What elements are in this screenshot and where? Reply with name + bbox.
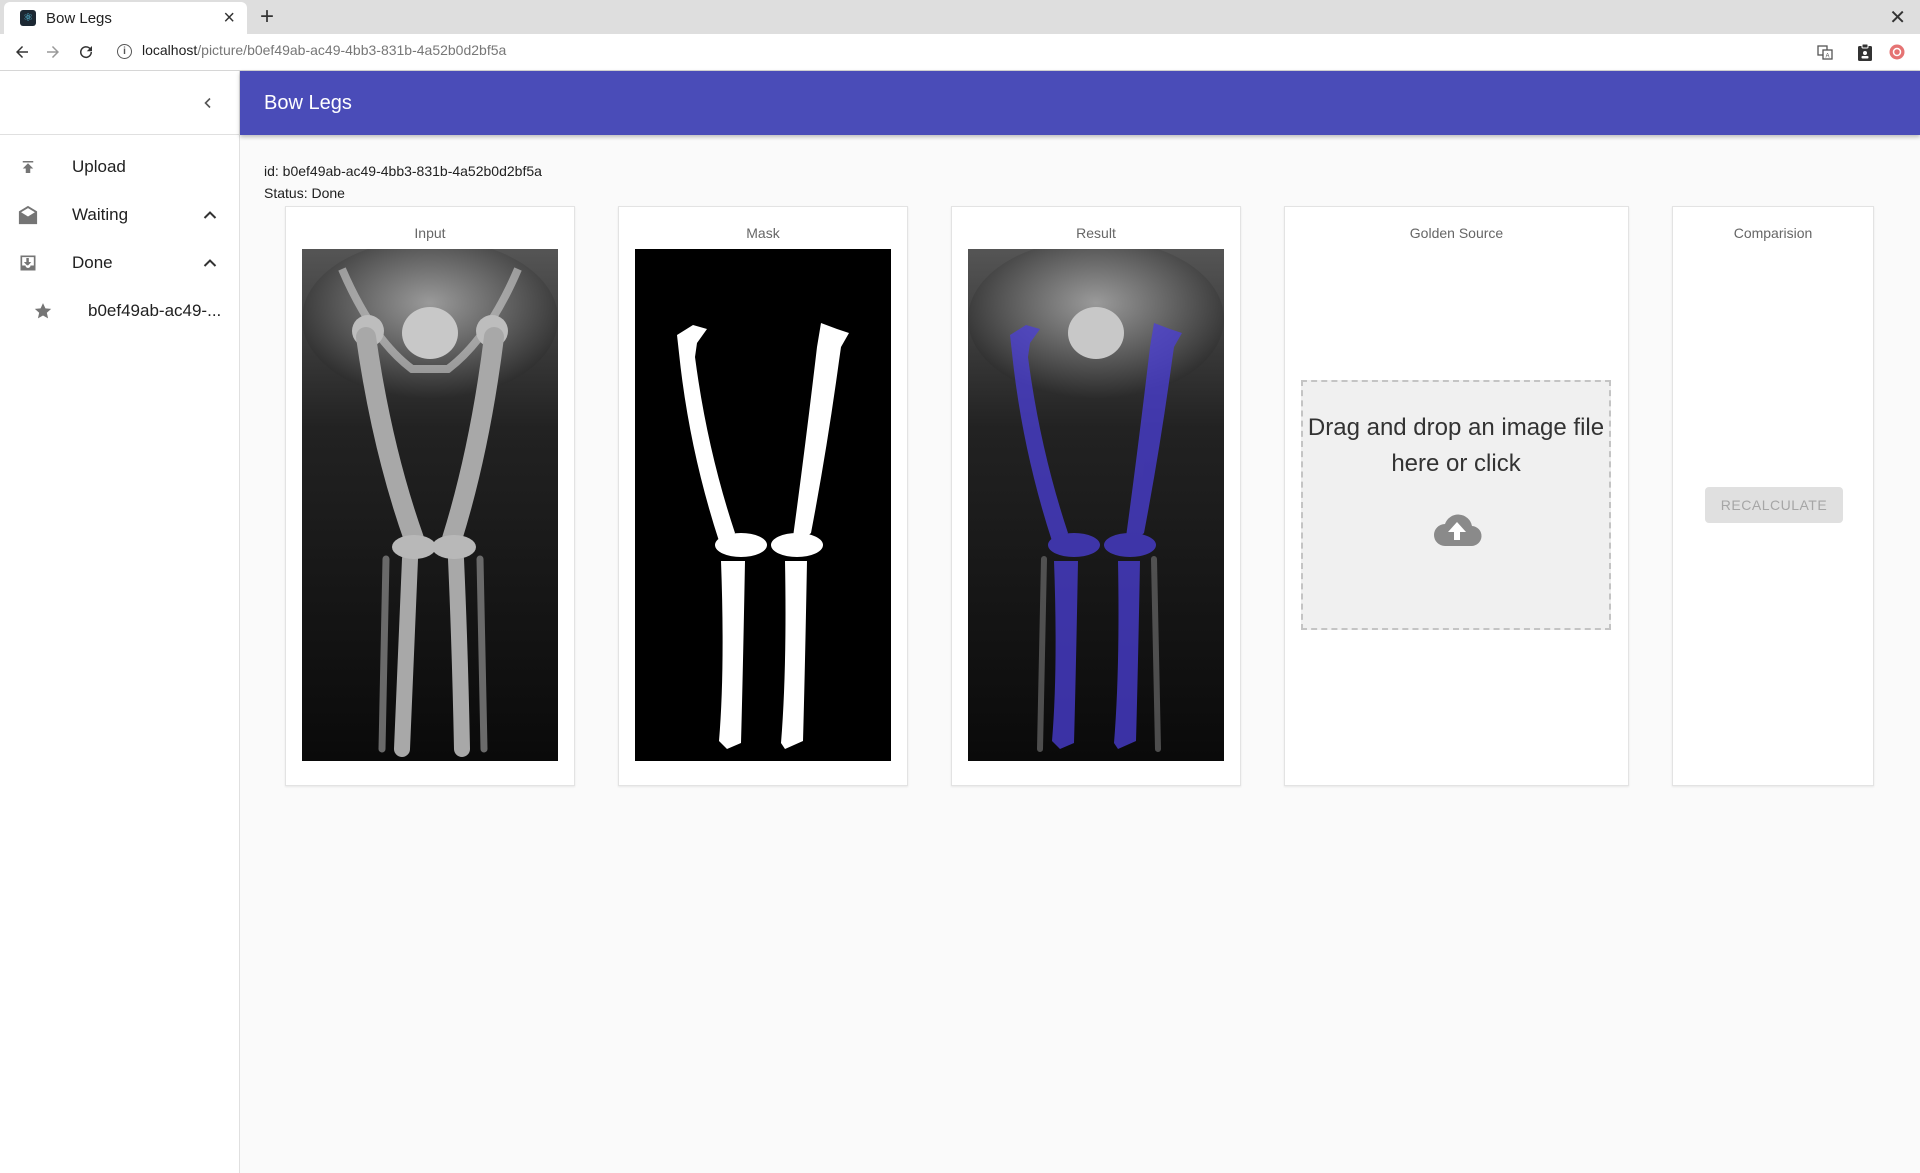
picture-details: id: b0ef49ab-ac49-4bb3-831b-4a52b0d2bf5a… [264, 160, 542, 204]
card-title: Result [1076, 225, 1116, 241]
chevron-up-icon[interactable] [200, 205, 220, 225]
sidebar-item-upload[interactable]: Upload [0, 143, 239, 191]
golden-source-card: Golden Source Drag and drop an image fil… [1284, 206, 1629, 786]
upload-icon [17, 156, 39, 178]
url-path: /picture/b0ef49ab-ac49-4bb3-831b-4a52b0d… [197, 42, 507, 58]
recalculate-button[interactable]: RECALCULATE [1705, 487, 1843, 523]
browser-tab[interactable]: ⚛ Bow Legs × [4, 2, 247, 34]
input-xray-image[interactable] [302, 249, 558, 761]
site-info-icon[interactable]: i [117, 44, 132, 59]
forward-icon[interactable] [38, 34, 68, 70]
dropzone-text: Drag and drop an image file here or clic… [1307, 414, 1605, 477]
mail-open-icon [17, 204, 39, 226]
tab-close-icon[interactable]: × [223, 8, 235, 28]
back-icon[interactable] [7, 34, 37, 70]
sidebar-item-label: Waiting [72, 205, 129, 224]
sidebar: Upload Waiting Done b0ef49ab-ac49-... [0, 71, 240, 1173]
image-dropzone[interactable]: Drag and drop an image file here or clic… [1301, 380, 1611, 630]
browser-navbar: i localhost/picture/b0ef49ab-ac49-4bb3-8… [0, 34, 1920, 71]
picture-status: Status: Done [264, 185, 345, 201]
chevron-up-icon[interactable] [200, 253, 220, 273]
card-title: Mask [746, 225, 780, 241]
inbox-download-icon [17, 252, 39, 274]
react-icon: ⚛ [20, 10, 36, 26]
reload-icon[interactable] [71, 34, 101, 70]
window-close-icon[interactable]: ✕ [1889, 5, 1906, 30]
sidebar-item-done[interactable]: Done [0, 239, 239, 287]
result-overlay-image[interactable] [968, 249, 1224, 761]
star-icon [32, 300, 54, 322]
input-card: Input [285, 206, 575, 786]
tab-title: Bow Legs [46, 9, 112, 27]
result-card: Result [951, 206, 1241, 786]
mask-image[interactable] [635, 249, 891, 761]
svg-text:A: A [1825, 54, 1829, 60]
comparison-card: Comparision RECALCULATE [1672, 206, 1874, 786]
sidebar-item-label: Upload [72, 157, 126, 176]
mask-card: Mask [618, 206, 908, 786]
page-title: Bow Legs [264, 91, 352, 114]
new-tab-icon[interactable]: + [260, 4, 274, 30]
sidebar-item-label: Done [72, 253, 113, 272]
cloud-upload-icon [1431, 510, 1483, 550]
picture-id: id: b0ef49ab-ac49-4bb3-831b-4a52b0d2bf5a [264, 163, 542, 179]
chevron-left-icon[interactable] [194, 89, 222, 117]
sidebar-item-picture[interactable]: b0ef49ab-ac49-... [0, 287, 239, 335]
card-title: Comparision [1733, 225, 1813, 241]
translate-icon[interactable]: A [1815, 42, 1835, 62]
card-title: Golden Source [1409, 225, 1504, 241]
card-title: Input [414, 225, 446, 241]
browser-tabstrip: ⚛ Bow Legs × + ✕ [0, 0, 1920, 34]
url-host: localhost [142, 42, 198, 58]
sidebar-item-label: b0ef49ab-ac49-... [88, 301, 222, 320]
extension-icon[interactable] [1887, 42, 1907, 62]
clipboard-icon[interactable] [1855, 42, 1875, 62]
address-bar[interactable]: localhost/picture/b0ef49ab-ac49-4bb3-831… [142, 42, 506, 58]
app-bar: Bow Legs [240, 71, 1920, 135]
sidebar-header [0, 71, 239, 135]
sidebar-item-waiting[interactable]: Waiting [0, 191, 239, 239]
